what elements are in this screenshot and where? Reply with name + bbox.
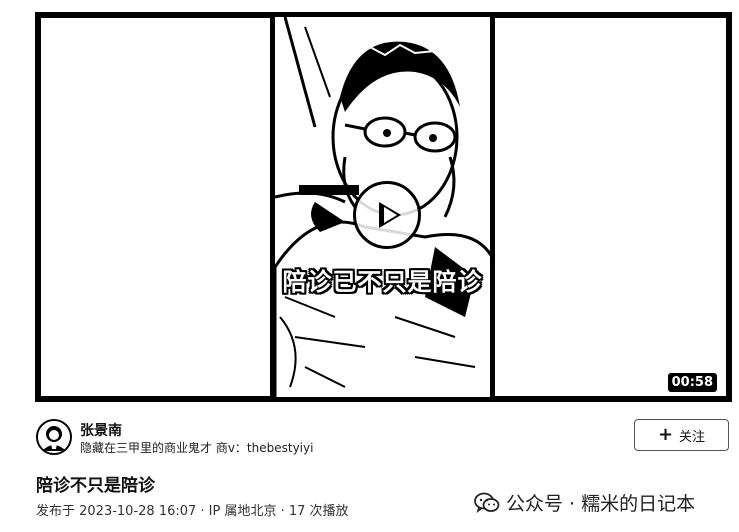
author-bio: 隐藏在三甲里的商业鬼才 商v：thebestyiyi bbox=[80, 441, 314, 455]
watermark-text: 公众号 · 糯米的日记本 bbox=[506, 493, 696, 515]
follow-label: 关注 bbox=[679, 429, 706, 445]
plus-icon: + bbox=[657, 424, 674, 445]
video-caption: 陪诊已不只是陪诊 bbox=[282, 268, 483, 296]
wechat-icon bbox=[474, 492, 500, 513]
play-button[interactable] bbox=[353, 181, 421, 249]
publish-meta: 发布于 2023-10-28 16:07 · IP 属地北京 · 17 次播放 bbox=[36, 504, 349, 519]
video-title: 陪诊不只是陪诊 bbox=[36, 476, 155, 496]
play-icon bbox=[379, 202, 401, 228]
video-player[interactable]: 陪诊已不只是陪诊 00:58 bbox=[35, 12, 732, 402]
video-blur-right bbox=[493, 16, 728, 398]
watermark: 公众号 · 糯米的日记本 bbox=[474, 489, 695, 516]
author-name[interactable]: 张景南 bbox=[80, 420, 122, 440]
video-blur-left bbox=[39, 16, 272, 398]
video-duration: 00:58 bbox=[666, 372, 718, 393]
avatar[interactable] bbox=[36, 419, 72, 455]
follow-button[interactable]: + 关注 bbox=[634, 419, 729, 451]
avatar-image bbox=[38, 421, 70, 453]
author-row: 张景南 隐藏在三甲里的商业鬼才 商v：thebestyiyi bbox=[36, 419, 736, 459]
